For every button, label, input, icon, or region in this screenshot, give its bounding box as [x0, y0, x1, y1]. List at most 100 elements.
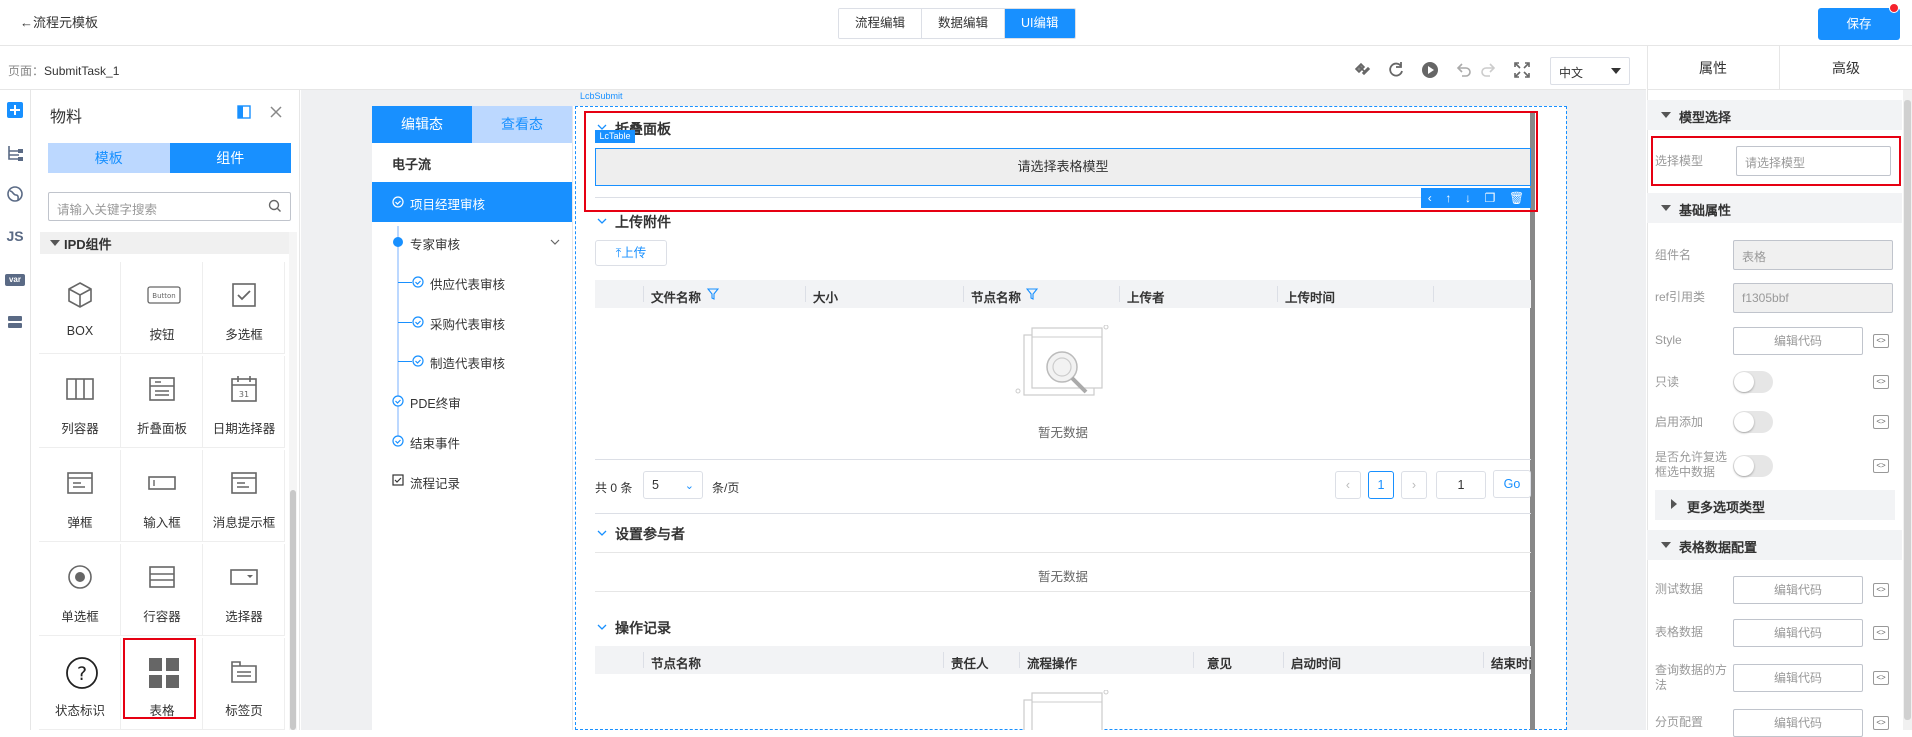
- code-icon[interactable]: <>: [1873, 583, 1889, 597]
- table-data-edit-code-button[interactable]: 编辑代码: [1733, 619, 1863, 647]
- dock-icon[interactable]: [236, 104, 252, 120]
- svg-text:Button: Button: [152, 292, 175, 300]
- redo-icon[interactable]: [1478, 60, 1498, 80]
- component-rows[interactable]: 行容器: [121, 544, 203, 636]
- chevron-down-icon[interactable]: [550, 237, 560, 247]
- go-button[interactable]: Go: [1493, 470, 1531, 498]
- component-input[interactable]: 输入框: [121, 450, 203, 542]
- empty-box-icon: [1010, 690, 1120, 730]
- highlight-collapse-panel: [584, 111, 1538, 212]
- page-size-select[interactable]: 5 ⌄: [643, 471, 703, 499]
- code-icon[interactable]: <>: [1873, 459, 1889, 473]
- node-expert-review[interactable]: 专家审核: [410, 234, 460, 253]
- code-icon[interactable]: <>: [1873, 626, 1889, 640]
- node-manufacture-review[interactable]: 制造代表审核: [430, 353, 505, 372]
- message-icon: [229, 468, 259, 498]
- code-icon[interactable]: <>: [1873, 415, 1889, 429]
- tab-templates[interactable]: 模板: [48, 143, 170, 173]
- participant-chevron-icon[interactable]: [597, 528, 607, 538]
- database-icon[interactable]: [5, 312, 25, 332]
- component-cube[interactable]: BOX: [39, 262, 121, 354]
- query-method-edit-code-button[interactable]: 编辑代码: [1733, 664, 1863, 692]
- comp-name-input: 表格: [1733, 240, 1893, 270]
- save-button[interactable]: 保存: [1818, 8, 1900, 40]
- component-collapse[interactable]: 折叠面板: [121, 356, 203, 448]
- input-icon: [147, 468, 177, 498]
- component-calendar[interactable]: 31 日期选择器: [203, 356, 285, 448]
- more-options-toggle[interactable]: 更多选项类型: [1655, 490, 1895, 520]
- property-scrollbar-thumb[interactable]: [1904, 100, 1911, 720]
- tab-properties[interactable]: 属性: [1647, 46, 1780, 89]
- refresh-icon[interactable]: [1386, 60, 1406, 80]
- node-supply-review[interactable]: 供应代表审核: [430, 274, 505, 293]
- node-pm-review[interactable]: 项目经理审核: [410, 194, 485, 213]
- dialog-icon: [65, 468, 95, 498]
- back-link[interactable]: ←流程元模板: [20, 12, 98, 31]
- js-icon[interactable]: JS: [5, 228, 25, 248]
- add-square-icon[interactable]: [5, 100, 25, 120]
- caret-down-icon: [1611, 68, 1621, 74]
- page-1-button[interactable]: 1: [1368, 471, 1394, 499]
- tab-data-edit[interactable]: 数据编辑: [922, 9, 1006, 38]
- oprecord-section-title[interactable]: 操作记录: [615, 618, 671, 638]
- style-edit-code-button[interactable]: 编辑代码: [1733, 327, 1863, 355]
- node-end-event[interactable]: 结束事件: [410, 433, 460, 452]
- tab-flow-edit[interactable]: 流程编辑: [839, 9, 923, 38]
- attach-chevron-icon[interactable]: [597, 216, 607, 226]
- tree-icon[interactable]: [5, 143, 25, 163]
- participant-section-title[interactable]: 设置参与者: [615, 524, 685, 544]
- tab-ui-edit[interactable]: UI编辑: [1005, 9, 1075, 38]
- close-icon[interactable]: [268, 104, 284, 120]
- code-icon[interactable]: <>: [1873, 334, 1889, 348]
- filter-icon[interactable]: [707, 288, 719, 300]
- undo-icon[interactable]: [1454, 60, 1474, 80]
- satellite-icon[interactable]: [1352, 60, 1372, 80]
- code-icon[interactable]: <>: [1873, 716, 1889, 730]
- filter-icon[interactable]: [1026, 288, 1038, 300]
- tab-view-state[interactable]: 查看态: [472, 106, 572, 143]
- search-icon[interactable]: [268, 199, 282, 213]
- globe-icon[interactable]: [5, 184, 25, 204]
- material-scrollbar-thumb[interactable]: [290, 490, 296, 730]
- tab-components[interactable]: 组件: [169, 143, 291, 173]
- component-columns[interactable]: 列容器: [39, 356, 121, 448]
- component-dialog[interactable]: 弹框: [39, 450, 121, 542]
- component-message[interactable]: 消息提示框: [203, 450, 285, 542]
- test-data-edit-code-button[interactable]: 编辑代码: [1733, 576, 1863, 604]
- col-node-name: 节点名称: [971, 291, 1022, 305]
- component-radio[interactable]: 单选框: [39, 544, 121, 636]
- prev-page-button[interactable]: ‹: [1335, 471, 1361, 499]
- group-header-ipd[interactable]: IPD组件: [40, 232, 289, 254]
- component-status[interactable]: ? 状态标识: [39, 638, 121, 730]
- tab-advanced[interactable]: 高级: [1780, 46, 1912, 89]
- node-purchase-review[interactable]: 采购代表审核: [430, 314, 505, 333]
- node-pde-final[interactable]: PDE终审: [410, 393, 461, 412]
- component-label: 标签页: [225, 704, 263, 718]
- jump-page-input[interactable]: 1: [1436, 471, 1486, 499]
- flow-record[interactable]: 流程记录: [410, 473, 460, 492]
- enable-add-toggle[interactable]: [1733, 411, 1773, 433]
- multi-select-toggle[interactable]: [1733, 455, 1773, 477]
- section-table-data[interactable]: 表格数据配置: [1647, 530, 1902, 560]
- code-icon[interactable]: <>: [1873, 671, 1889, 685]
- tab-edit-state[interactable]: 编辑态: [372, 106, 472, 143]
- component-checkbox[interactable]: 多选框: [203, 262, 285, 354]
- attach-section-title[interactable]: 上传附件: [615, 212, 671, 232]
- next-page-button[interactable]: ›: [1401, 471, 1427, 499]
- component-label: 行容器: [143, 610, 181, 624]
- component-select[interactable]: 选择器: [203, 544, 285, 636]
- play-icon[interactable]: [1420, 60, 1440, 80]
- material-search-input[interactable]: 请输入关键字搜索: [48, 192, 291, 221]
- upload-button[interactable]: ⤒上传: [595, 240, 667, 266]
- language-select[interactable]: 中文: [1550, 57, 1630, 85]
- component-button[interactable]: Button 按钮: [121, 262, 203, 354]
- fullscreen-icon[interactable]: [1512, 60, 1532, 80]
- component-tabs[interactable]: 标签页: [203, 638, 285, 730]
- section-basic[interactable]: 基础属性: [1647, 193, 1902, 223]
- oprecord-chevron-icon[interactable]: [597, 622, 607, 632]
- paging-edit-code-button[interactable]: 编辑代码: [1733, 709, 1863, 737]
- section-model-select[interactable]: 模型选择: [1647, 100, 1902, 130]
- readonly-toggle[interactable]: [1733, 371, 1773, 393]
- code-icon[interactable]: <>: [1873, 375, 1889, 389]
- var-icon[interactable]: var: [5, 270, 25, 290]
